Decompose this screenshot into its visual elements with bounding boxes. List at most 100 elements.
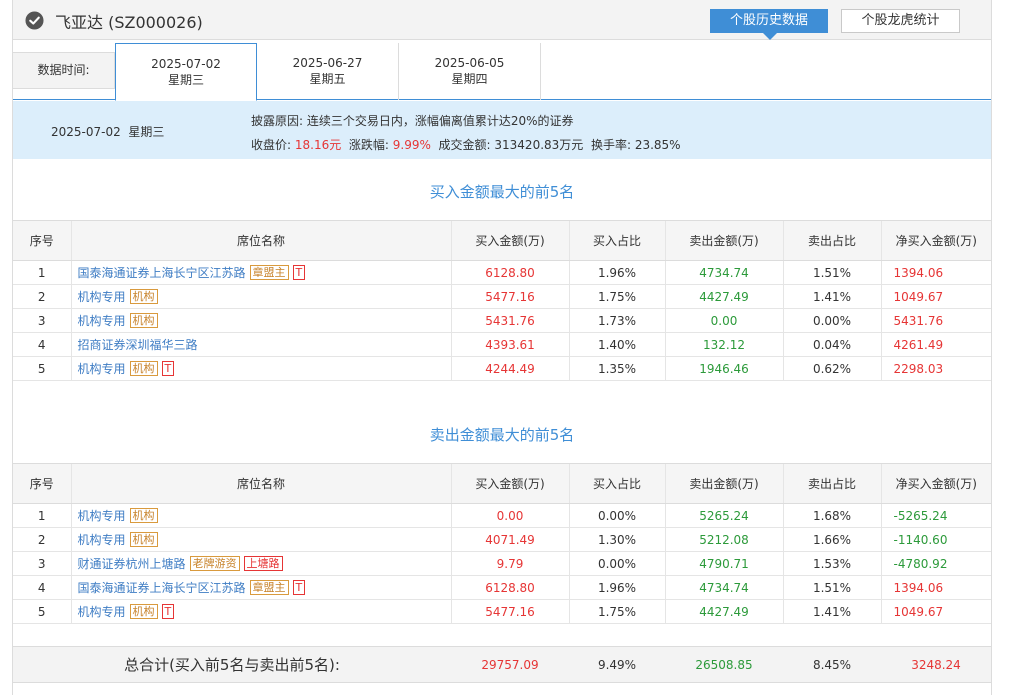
col-header: 买入金额(万)	[450, 220, 569, 261]
seat-link[interactable]: 机构专用	[78, 362, 126, 376]
cell-buy-pct: 1.96%	[568, 260, 665, 285]
seat-tag: 章盟主	[249, 265, 289, 280]
reason-text: 连续三个交易日内，涨幅偏离值累计达20%的证券	[306, 114, 574, 128]
cell-net-amount: 1049.67	[880, 599, 991, 624]
cell-sell-pct: 1.66%	[782, 527, 881, 552]
seat-tag: 机构	[129, 604, 158, 619]
rate-label: 换手率:	[590, 138, 631, 152]
col-header: 序号	[13, 220, 71, 261]
cell-rank: 3	[13, 308, 71, 333]
stock-history-button-label: 个股历史数据	[729, 13, 808, 28]
col-header: 买入占比	[568, 463, 665, 504]
cell-seat-name: 机构专用 机构 T	[70, 356, 451, 381]
cell-sell-amount: 0.00	[664, 308, 783, 333]
cell-sell-amount: 132.12	[664, 332, 783, 357]
cell-buy-pct: 1.35%	[568, 356, 665, 381]
cell-sell-amount: 1946.46	[664, 356, 783, 381]
cell-net-amount: 1049.67	[880, 284, 991, 309]
reason-label: 披露原因:	[251, 114, 304, 128]
cell-sell-amount: 4427.49	[664, 599, 783, 624]
seat-link[interactable]: 国泰海通证券上海长宁区江苏路	[78, 581, 246, 595]
seat-link[interactable]: 机构专用	[78, 509, 126, 523]
cell-net-amount: 1394.06	[880, 260, 991, 285]
seat-tag: T	[292, 580, 306, 595]
buy-table-body: 1 国泰海通证券上海长宁区江苏路 章盟主 T 6128.80 1.96% 4734.74 1.…	[13, 260, 991, 381]
cell-seat-name: 机构专用 机构	[70, 284, 451, 309]
cell-rank: 4	[13, 575, 71, 600]
cell-sell-pct: 1.53%	[782, 551, 881, 576]
table-row: 1 国泰海通证券上海长宁区江苏路 章盟主 T 6128.80 1.96% 4734.74 1.…	[13, 260, 991, 285]
dragon-tiger-panel: 飞亚达 (SZ000026) 个股历史数据 个股龙虎统计 数据时间: 2025-…	[12, 0, 992, 695]
total-buy-pct: 9.49%	[597, 658, 637, 672]
cell-sell-amount: 4734.74	[664, 575, 783, 600]
change-label: 涨跌幅:	[348, 138, 389, 152]
cell-buy-amount: 5431.76	[450, 308, 569, 333]
tab-date-2[interactable]: 2025-06-27 星期五	[257, 43, 399, 100]
cell-buy-amount: 4244.49	[450, 356, 569, 381]
total-sell: 26508.85	[695, 658, 753, 672]
col-header: 席位名称	[70, 220, 451, 261]
cell-rank: 1	[13, 260, 71, 285]
cell-sell-amount: 5212.08	[664, 527, 783, 552]
col-header: 卖出占比	[782, 463, 881, 504]
table-row: 5 机构专用 机构 T 5477.16 1.75% 4427.49 1.41% 1049.67	[13, 599, 991, 624]
stock-header: 飞亚达 (SZ000026) 个股历史数据 个股龙虎统计	[13, 0, 991, 40]
seat-link[interactable]: 国泰海通证券上海长宁区江苏路	[78, 266, 246, 280]
price-stats: 收盘价: 18.16元 涨跌幅: 9.99% 成交金额: 313420.83万元…	[251, 136, 681, 153]
seat-tag: 章盟主	[249, 580, 289, 595]
sell-section-title: 卖出金额最大的前5名	[429, 426, 575, 444]
cell-buy-pct: 0.00%	[568, 551, 665, 576]
cell-seat-name: 机构专用 机构	[70, 503, 451, 528]
cell-rank: 2	[13, 284, 71, 309]
tab-weekday: 星期五	[309, 72, 346, 86]
cell-buy-amount: 6128.80	[450, 575, 569, 600]
buy-table: 序号 席位名称 买入金额(万) 买入占比 卖出金额(万) 卖出占比 净买入金额(…	[13, 220, 991, 381]
cell-sell-pct: 1.41%	[782, 599, 881, 624]
sell-table-body: 1 机构专用 机构 0.00 0.00% 5265.24 1.68% -5265.24 2 机构专…	[13, 503, 991, 624]
table-row: 1 机构专用 机构 0.00 0.00% 5265.24 1.68% -5265.24	[13, 503, 991, 528]
seat-link[interactable]: 机构专用	[78, 533, 126, 547]
cell-buy-pct: 1.96%	[568, 575, 665, 600]
tab-date: 2025-07-02	[151, 57, 221, 71]
table-row: 4 招商证券深圳福华三路 4393.61 1.40% 132.12 0.04% 4261.4…	[13, 332, 991, 357]
seat-tag: T	[292, 265, 306, 280]
cell-buy-amount: 9.79	[450, 551, 569, 576]
seat-tag: 上塘路	[243, 556, 283, 571]
tab-date-3[interactable]: 2025-06-05 星期四	[399, 43, 541, 100]
cell-buy-pct: 0.00%	[568, 503, 665, 528]
seat-link[interactable]: 机构专用	[78, 605, 126, 619]
tab-weekday: 星期四	[451, 72, 488, 86]
cell-sell-pct: 0.00%	[782, 308, 881, 333]
total-row: 总合计(买入前5名与卖出前5名): 29757.09 9.49% 26508.8…	[13, 646, 991, 683]
stock-history-button[interactable]: 个股历史数据	[710, 9, 828, 40]
close-price: 18.16元	[294, 138, 342, 152]
total-buy: 29757.09	[481, 658, 539, 672]
buy-section-title: 买入金额最大的前5名	[429, 183, 575, 201]
seat-link[interactable]: 机构专用	[78, 290, 126, 304]
total-net: 3248.24	[911, 658, 961, 672]
table-header-row: 序号 席位名称 买入金额(万) 买入占比 卖出金额(万) 卖出占比 净买入金额(…	[13, 463, 991, 504]
cell-buy-amount: 0.00	[450, 503, 569, 528]
sell-table: 序号 席位名称 买入金额(万) 买入占比 卖出金额(万) 卖出占比 净买入金额(…	[13, 463, 991, 624]
info-date-value: 2025-07-02	[51, 125, 121, 139]
info-date: 2025-07-02 星期三	[51, 123, 164, 140]
seat-tag: 机构	[129, 289, 158, 304]
tab-date-1[interactable]: 2025-07-02 星期三	[115, 43, 257, 101]
cell-net-amount: -4780.92	[880, 551, 991, 576]
stock-title: 飞亚达 (SZ000026)	[55, 13, 203, 32]
cell-rank: 5	[13, 356, 71, 381]
change-pct: 9.99%	[392, 138, 431, 152]
seat-link[interactable]: 招商证券深圳福华三路	[78, 338, 198, 352]
table-row: 3 财通证券杭州上塘路 老牌游资 上塘路 9.79 0.00% 4790.71 1.53% -4…	[13, 551, 991, 576]
cell-sell-amount: 4790.71	[664, 551, 783, 576]
cell-net-amount: 5431.76	[880, 308, 991, 333]
date-tabs: 数据时间: 2025-07-02 星期三 2025-06-27 星期五 2025…	[13, 40, 991, 101]
cell-seat-name: 机构专用 机构 T	[70, 599, 451, 624]
seat-link[interactable]: 财通证券杭州上塘路	[78, 557, 186, 571]
cell-buy-amount: 6128.80	[450, 260, 569, 285]
seat-tag: 机构	[129, 361, 158, 376]
cell-sell-pct: 0.04%	[782, 332, 881, 357]
seat-tag: 机构	[129, 508, 158, 523]
stock-tiger-stats-button[interactable]: 个股龙虎统计	[841, 9, 960, 33]
seat-link[interactable]: 机构专用	[78, 314, 126, 328]
